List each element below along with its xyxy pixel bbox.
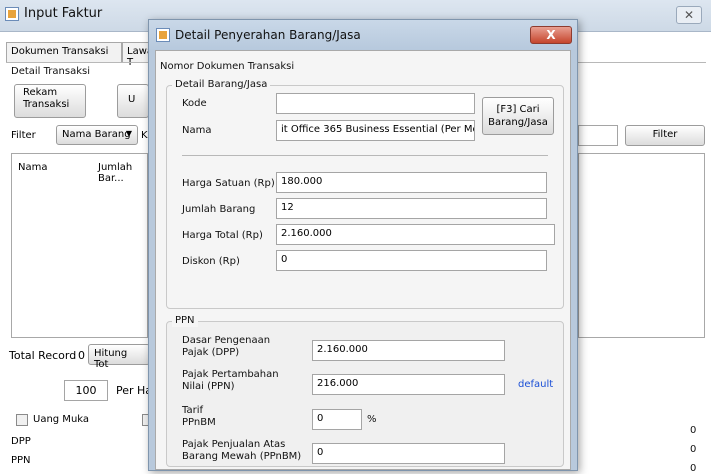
barang-table-right bbox=[578, 153, 705, 338]
kode-input[interactable] bbox=[276, 93, 475, 114]
harga-total-input[interactable]: 2.160.000 bbox=[276, 224, 555, 245]
total-record-label: Total Record bbox=[9, 349, 77, 362]
detail-penyerahan-dialog: Detail Penyerahan Barang/Jasa X Nomor Do… bbox=[148, 19, 578, 471]
kode-label: Kode bbox=[182, 98, 207, 109]
dpp-label: Dasar Pengenaan Pajak (DPP) bbox=[182, 335, 271, 358]
dpp-input[interactable]: 2.160.000 bbox=[312, 340, 505, 361]
filter-partial-label: K bbox=[141, 130, 148, 141]
harga-satuan-input[interactable]: 180.000 bbox=[276, 172, 547, 193]
dialog-title: Detail Penyerahan Barang/Jasa bbox=[175, 28, 361, 42]
jumlah-barang-input[interactable]: 12 bbox=[276, 198, 547, 219]
close-icon: ✕ bbox=[683, 8, 695, 22]
page-size-input[interactable]: 100 bbox=[64, 380, 108, 401]
ppnbm-input[interactable]: 0 bbox=[312, 443, 505, 464]
diskon-input[interactable]: 0 bbox=[276, 250, 547, 271]
tarif-ppnbm-input[interactable]: 0 bbox=[312, 409, 362, 430]
nama-input[interactable]: it Office 365 Business Essential (Per Mo… bbox=[276, 120, 475, 141]
ppn-input[interactable]: 216.000 bbox=[312, 374, 505, 395]
main-window-title: Input Faktur bbox=[24, 6, 103, 21]
main-close-button[interactable]: ✕ bbox=[676, 6, 702, 24]
ppnbm-label: Pajak Penjualan Atas Barang Mewah (PPnBM… bbox=[182, 439, 302, 462]
harga-satuan-label: Harga Satuan (Rp) bbox=[182, 178, 275, 189]
tab-label: Dokumen Transaksi bbox=[11, 46, 109, 57]
barang-separator bbox=[182, 155, 548, 156]
nomor-dokumen-label: Nomor Dokumen Transaksi bbox=[160, 61, 295, 72]
tab-dokumen-transaksi[interactable]: Dokumen Transaksi bbox=[6, 42, 122, 62]
detail-transaksi-heading: Detail Transaksi bbox=[11, 66, 90, 77]
filter-button[interactable]: Filter bbox=[625, 125, 705, 146]
tarif-ppnbm-label: Tarif PPnBM bbox=[182, 405, 216, 428]
percent-label: % bbox=[367, 414, 377, 425]
rekam-transaksi-button[interactable]: Rekam Transaksi bbox=[14, 84, 86, 118]
jumlah-barang-label: Jumlah Barang bbox=[182, 204, 256, 215]
summary-value-1: 0 bbox=[690, 425, 697, 436]
filter-input[interactable] bbox=[578, 125, 618, 146]
hitung-total-button[interactable]: Hitung Tot bbox=[88, 344, 150, 370]
dialog-app-icon bbox=[156, 28, 170, 42]
app-icon bbox=[5, 7, 19, 21]
partial-button[interactable]: U bbox=[117, 84, 149, 118]
filter-label: Filter bbox=[11, 130, 36, 141]
diskon-label: Diskon (Rp) bbox=[182, 256, 240, 267]
nama-label: Nama bbox=[182, 125, 212, 136]
chevron-down-icon: ▼ bbox=[125, 129, 132, 138]
column-header-nama: Nama bbox=[18, 162, 48, 173]
dialog-content: Nomor Dokumen Transaksi Detail Barang/Ja… bbox=[155, 50, 571, 470]
uang-muka-label: Uang Muka bbox=[33, 414, 90, 425]
uang-muka-checkbox[interactable] bbox=[16, 414, 28, 426]
summary-value-3: 0 bbox=[690, 463, 697, 474]
dpp-summary-label: DPP bbox=[11, 436, 31, 447]
harga-total-label: Harga Total (Rp) bbox=[182, 230, 263, 241]
detail-barang-heading: Detail Barang/Jasa bbox=[172, 79, 271, 91]
column-header-jumlah: Jumlah Bar... bbox=[98, 162, 133, 184]
dialog-titlebar[interactable]: Detail Penyerahan Barang/Jasa X bbox=[149, 20, 577, 50]
ppn-summary-label: PPN bbox=[11, 455, 31, 466]
cari-barang-button[interactable]: [F3] Cari Barang/Jasa bbox=[482, 97, 554, 135]
filter-select[interactable]: Nama Barang ▼ bbox=[56, 125, 138, 145]
dialog-close-button[interactable]: X bbox=[530, 26, 572, 44]
summary-value-2: 0 bbox=[690, 444, 697, 455]
total-record-value: 0 bbox=[78, 349, 85, 362]
ppn-heading: PPN bbox=[172, 315, 198, 327]
ppn-label: Pajak Pertambahan Nilai (PPN) bbox=[182, 369, 279, 392]
filter-select-value: Nama Barang bbox=[62, 129, 131, 140]
default-link[interactable]: default bbox=[518, 379, 553, 391]
barang-table[interactable]: Nama Jumlah Bar... bbox=[11, 153, 148, 338]
close-icon: X bbox=[546, 28, 556, 42]
